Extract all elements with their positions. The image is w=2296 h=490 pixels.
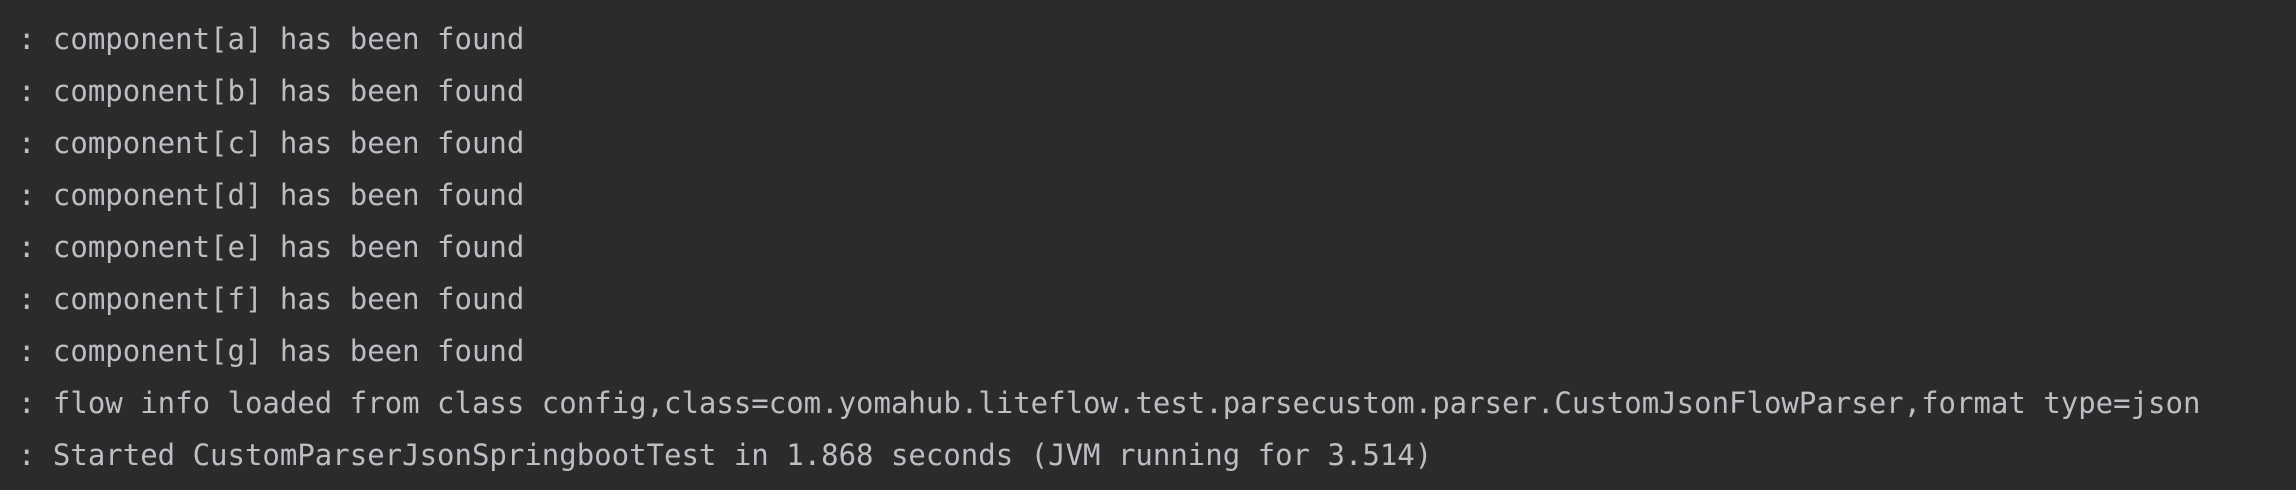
console-output[interactable]: : component[a] has been found : componen… (0, 0, 2296, 490)
log-line: : component[g] has been found (18, 334, 525, 368)
log-line: : component[a] has been found (18, 22, 525, 56)
log-line: : component[f] has been found (18, 282, 525, 316)
log-line: : flow info loaded from class config,cla… (18, 386, 2201, 420)
log-line: : component[b] has been found (18, 74, 525, 108)
log-line: : component[e] has been found (18, 230, 525, 264)
log-line: : component[d] has been found (18, 178, 525, 212)
log-line: : Started CustomParserJsonSpringbootTest… (18, 438, 1433, 472)
log-line: : component[c] has been found (18, 126, 525, 160)
